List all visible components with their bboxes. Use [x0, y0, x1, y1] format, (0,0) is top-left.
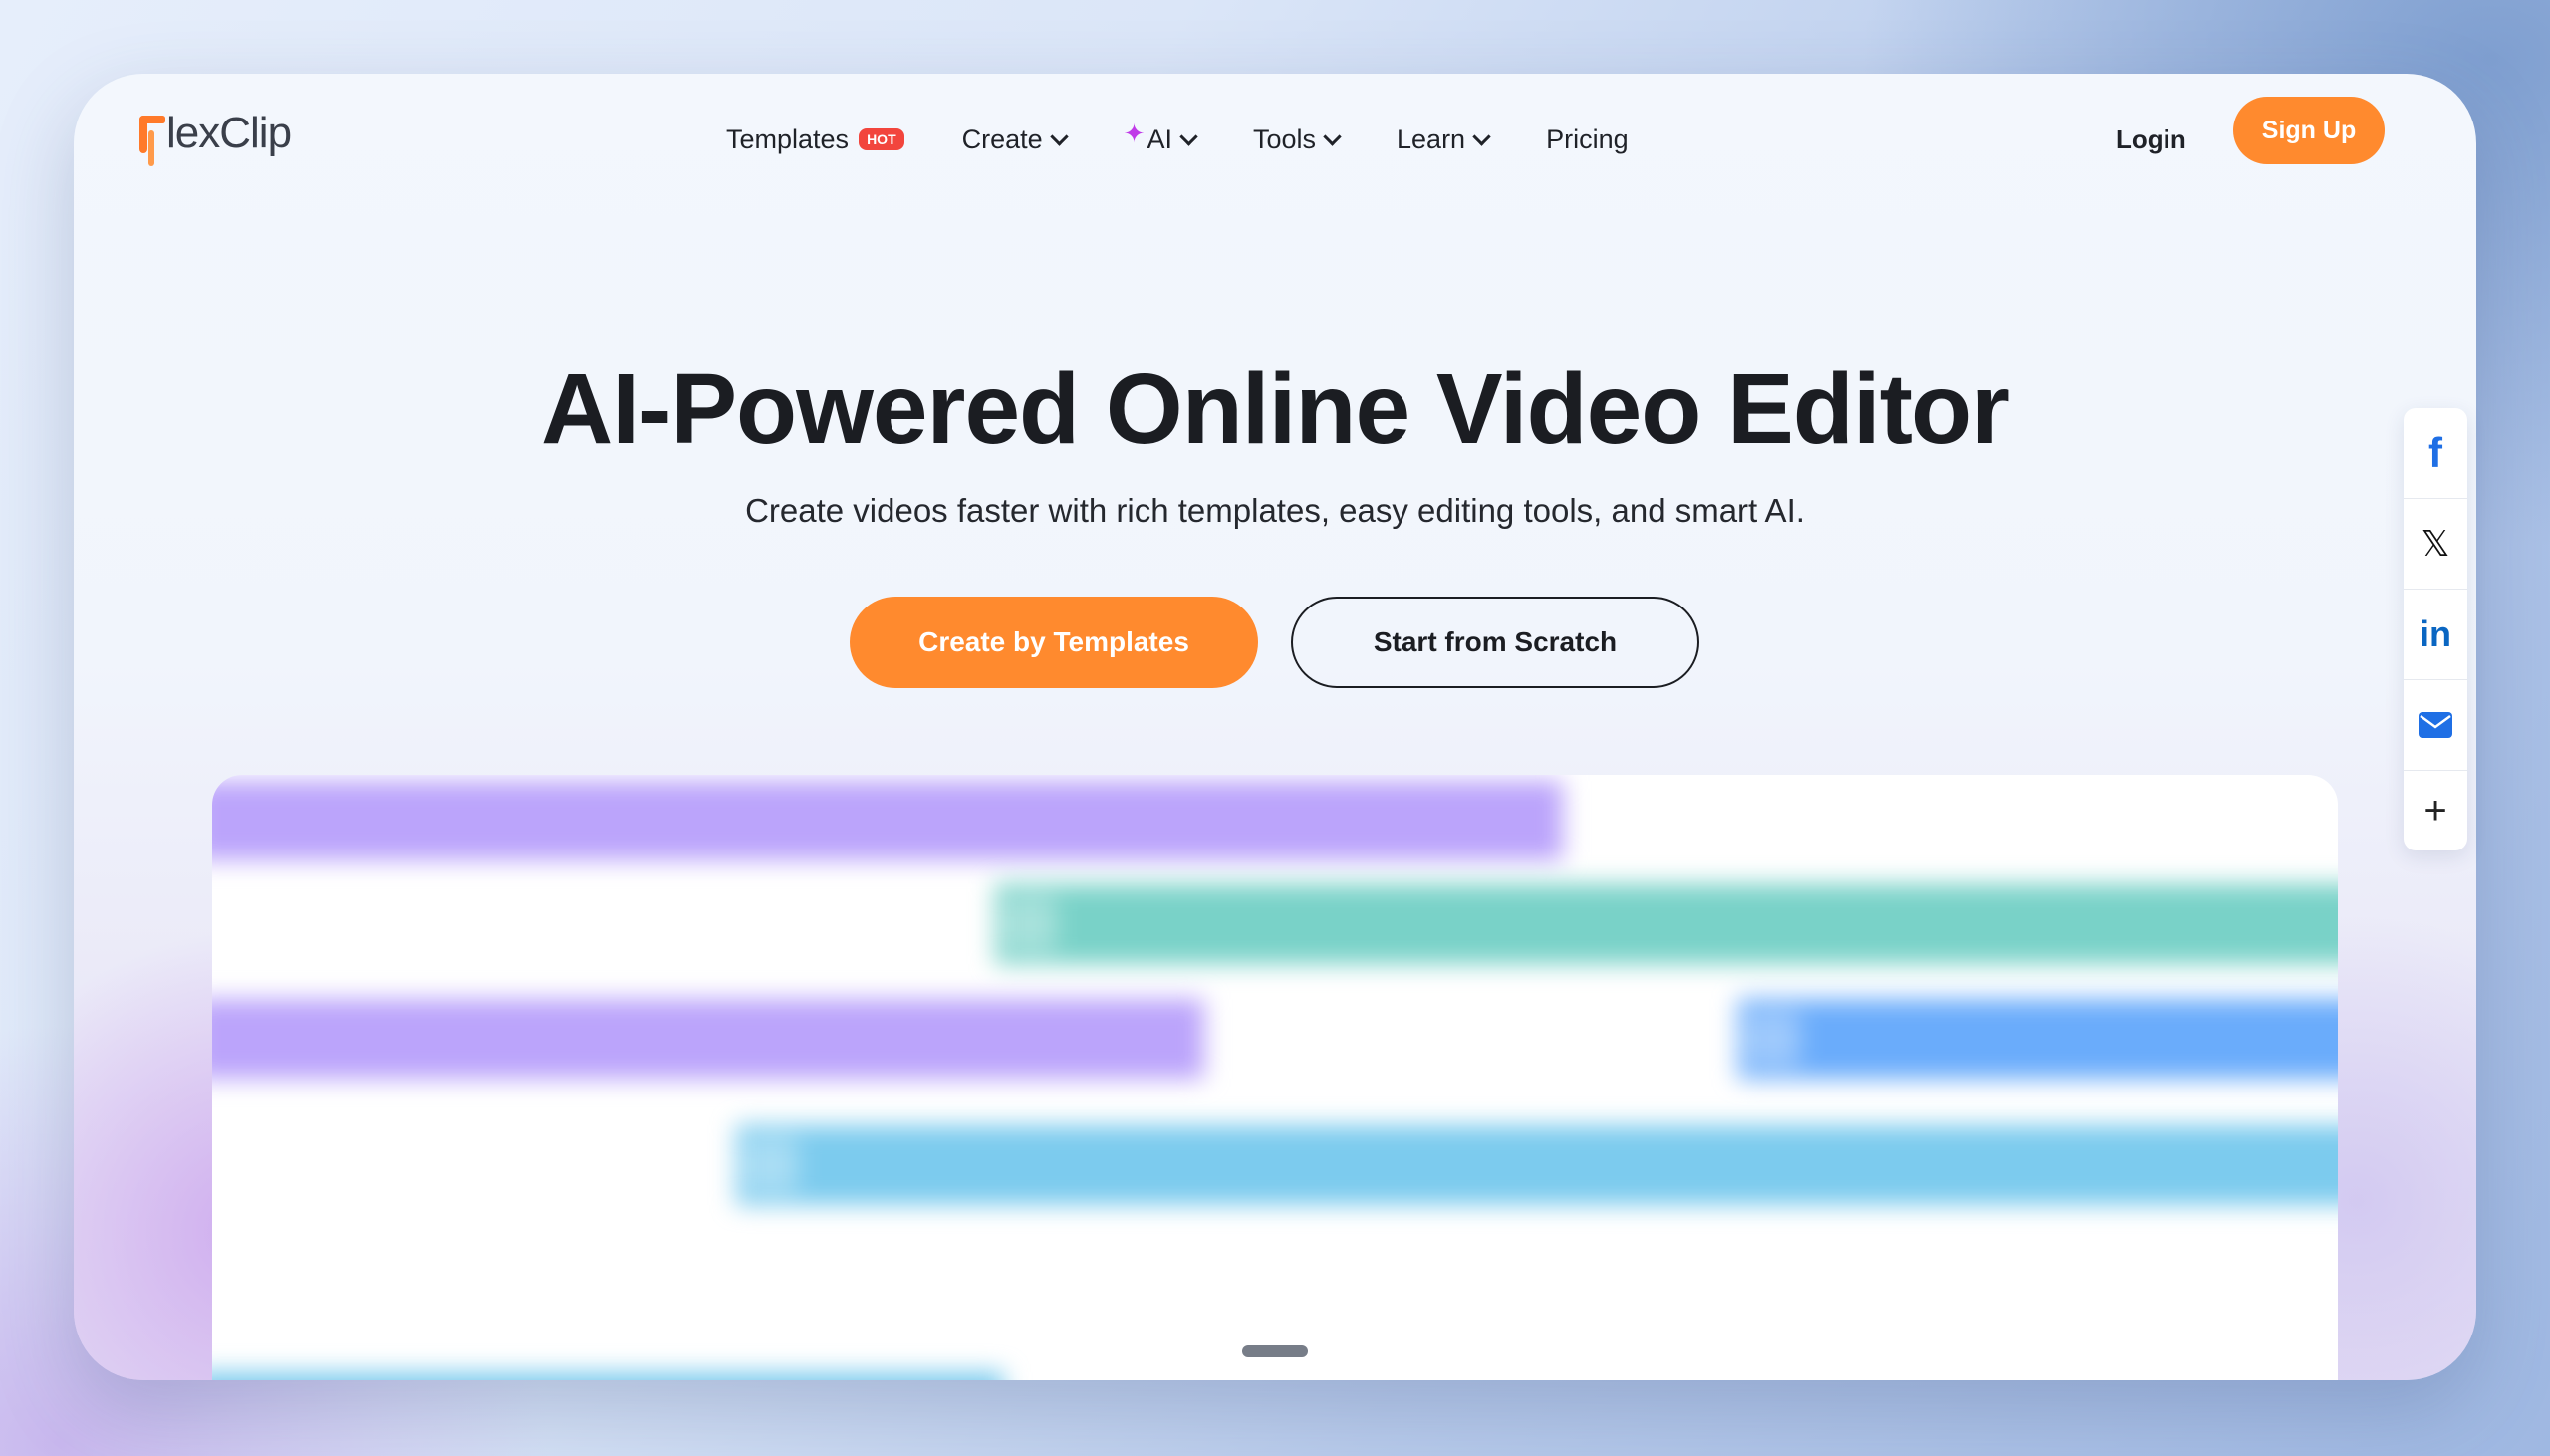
browser-frame: lexClip Templates HOT Create ✦ AI Tools … [74, 74, 2476, 1380]
scrollbar-handle[interactable] [1242, 1345, 1308, 1357]
sparkle-icon: ✦ [1123, 118, 1146, 148]
nav-templates[interactable]: Templates HOT [726, 124, 904, 155]
timeline-track-sky-2 [212, 1372, 1004, 1380]
nav-pricing-label: Pricing [1546, 123, 1629, 154]
chevron-down-icon [1323, 126, 1342, 146]
timeline-track-sky-1 [736, 1125, 2338, 1205]
nav-learn[interactable]: Learn [1397, 123, 1491, 155]
facebook-share-button[interactable]: f [2404, 408, 2467, 499]
flexclip-logo-mark [137, 114, 165, 153]
timeline-track-teal [995, 884, 2338, 964]
chevron-down-icon [1179, 126, 1198, 146]
nav-create[interactable]: Create [961, 123, 1069, 155]
nav-ai-label: AI [1147, 123, 1172, 154]
linkedin-share-button[interactable]: in [2404, 590, 2467, 680]
nav-ai[interactable]: ✦ AI [1124, 119, 1198, 155]
create-by-templates-button[interactable]: Create by Templates [850, 597, 1258, 688]
more-share-button[interactable]: + [2404, 771, 2467, 850]
linkedin-icon: in [2420, 613, 2451, 654]
hero-subtitle: Create videos faster with rich templates… [745, 492, 1805, 529]
facebook-icon: f [2428, 429, 2442, 476]
nav-create-label: Create [961, 123, 1043, 154]
timeline-track-purple-1 [212, 781, 1563, 860]
chevron-down-icon [1049, 126, 1069, 146]
clip-handle-icon [742, 1137, 798, 1193]
x-share-button[interactable]: 𝕏 [2404, 499, 2467, 590]
email-icon [2419, 712, 2452, 738]
nav-learn-label: Learn [1397, 123, 1466, 154]
nav-tools-label: Tools [1252, 123, 1317, 154]
nav-tools[interactable]: Tools [1252, 123, 1342, 155]
signup-button[interactable]: Sign Up [2233, 97, 2385, 164]
hero-title: AI-Powered Online Video Editor [541, 354, 2010, 465]
x-icon: 𝕏 [2421, 523, 2450, 565]
hot-badge: HOT [859, 128, 904, 150]
start-from-scratch-button[interactable]: Start from Scratch [1291, 597, 1699, 688]
clip-handle-icon [1001, 896, 1057, 952]
email-share-button[interactable] [2404, 680, 2467, 771]
nav-templates-label: Templates [726, 123, 850, 154]
editor-preview-panel [212, 775, 2338, 1380]
login-link[interactable]: Login [2116, 124, 2186, 155]
share-rail: f 𝕏 in + [2404, 408, 2467, 850]
clip-handle-icon [1744, 1011, 1800, 1067]
nav-pricing[interactable]: Pricing [1546, 124, 1629, 155]
timeline-track-purple-2 [212, 999, 1204, 1079]
plus-icon: + [2423, 788, 2447, 833]
flexclip-logo[interactable]: lexClip [137, 106, 292, 161]
timeline-track-blue [1738, 999, 2338, 1079]
logo-text: lexClip [166, 109, 292, 157]
main-nav: Templates HOT Create ✦ AI Tools Learn Pr… [726, 114, 1686, 165]
chevron-down-icon [1472, 126, 1491, 146]
